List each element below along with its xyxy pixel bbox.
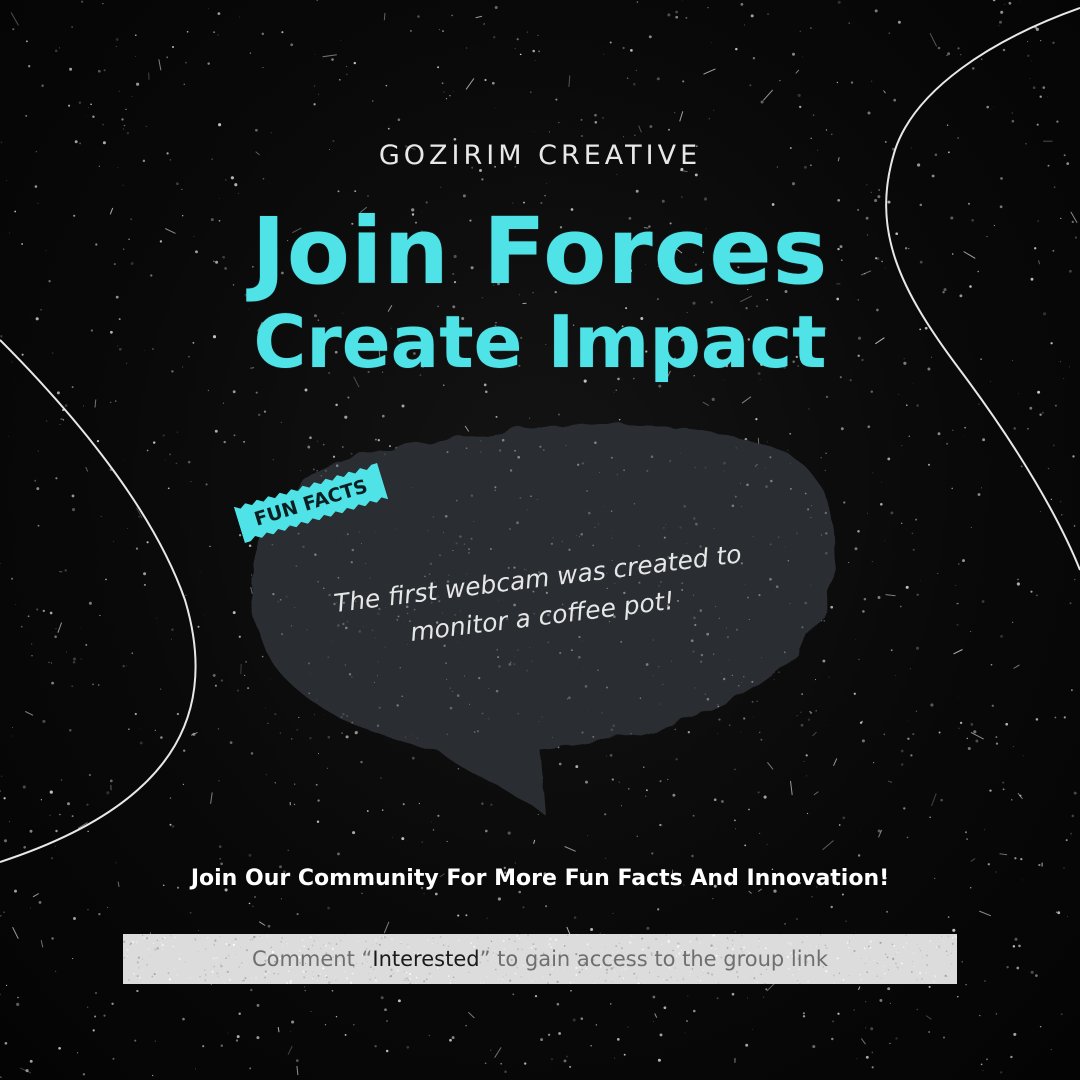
community-cta: Join Our Community For More Fun Facts An… xyxy=(190,866,890,891)
comment-instruction-bar: Comment “Interested” to gain access to t… xyxy=(123,934,957,984)
comment-suffix: ” to gain access to the group link xyxy=(479,947,829,971)
poster-canvas: GOZIRIM CREATIVE Join Forces Create Impa… xyxy=(0,0,1080,1080)
comment-keyword: Interested xyxy=(372,947,480,971)
speech-bubble xyxy=(251,423,837,815)
comment-instruction-text: Comment “Interested” to gain access to t… xyxy=(252,947,828,971)
comment-prefix: Comment “ xyxy=(251,947,373,971)
